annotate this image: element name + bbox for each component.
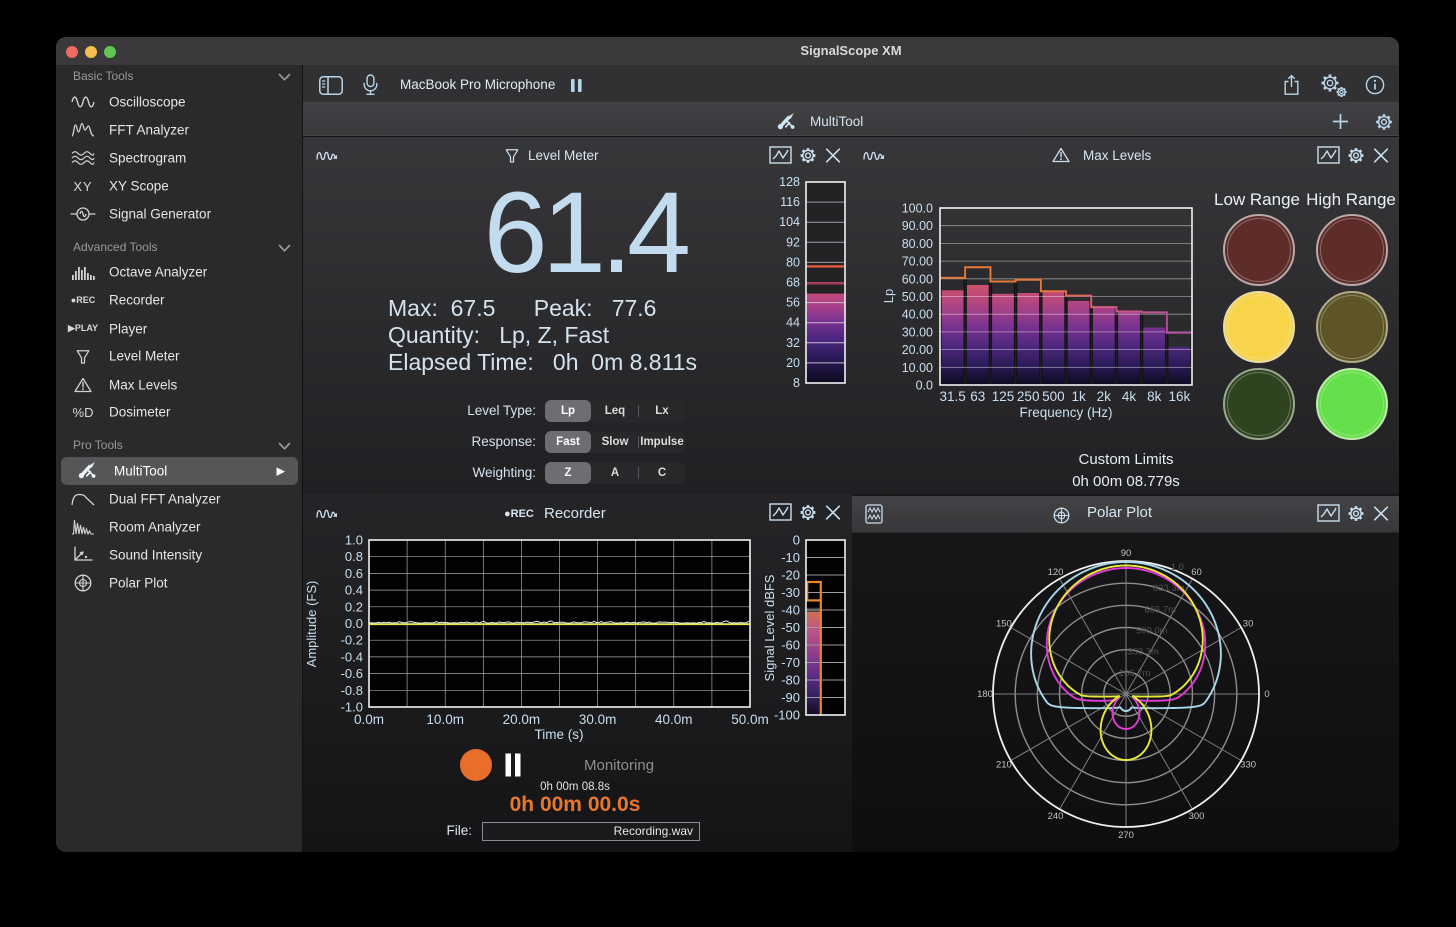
svg-text:300: 300 bbox=[1189, 811, 1205, 822]
svg-text:20.0m: 20.0m bbox=[503, 712, 541, 727]
svg-text:0: 0 bbox=[1264, 689, 1269, 700]
svg-text:-0.6: -0.6 bbox=[341, 666, 363, 681]
svg-text:180: 180 bbox=[977, 689, 993, 700]
svg-text:63: 63 bbox=[970, 389, 985, 404]
svg-text:30.0m: 30.0m bbox=[579, 712, 617, 727]
svg-text:-60: -60 bbox=[781, 638, 800, 653]
svg-text:Frequency (Hz): Frequency (Hz) bbox=[1019, 405, 1112, 420]
svg-text:4k: 4k bbox=[1122, 389, 1137, 404]
svg-text:-100: -100 bbox=[774, 708, 800, 723]
svg-text:70.00: 70.00 bbox=[902, 255, 933, 269]
svg-text:56: 56 bbox=[786, 296, 800, 310]
svg-text:120: 120 bbox=[1048, 567, 1064, 578]
svg-text:0.0: 0.0 bbox=[345, 616, 363, 631]
svg-text:Lp: Lp bbox=[881, 289, 896, 303]
svg-text:-40: -40 bbox=[781, 603, 800, 618]
svg-text:80.00: 80.00 bbox=[902, 237, 933, 251]
svg-text:50.00: 50.00 bbox=[902, 290, 933, 304]
svg-text:270: 270 bbox=[1118, 830, 1134, 841]
svg-text:16k: 16k bbox=[1169, 389, 1191, 404]
svg-text:10.00: 10.00 bbox=[902, 361, 933, 375]
svg-text:0: 0 bbox=[793, 533, 800, 548]
svg-text:100.0: 100.0 bbox=[902, 202, 933, 216]
svg-text:333.3m: 333.3m bbox=[1127, 647, 1159, 658]
svg-text:0.2: 0.2 bbox=[345, 599, 363, 614]
svg-text:31.5: 31.5 bbox=[939, 389, 965, 404]
svg-text:125: 125 bbox=[992, 389, 1015, 404]
svg-text:1.0: 1.0 bbox=[1171, 562, 1184, 573]
svg-text:-0.8: -0.8 bbox=[341, 683, 363, 698]
svg-text:0.0m: 0.0m bbox=[354, 712, 384, 727]
svg-text:30: 30 bbox=[1243, 619, 1254, 630]
svg-text:Amplitude (FS): Amplitude (FS) bbox=[304, 581, 319, 668]
svg-text:32: 32 bbox=[786, 336, 800, 350]
svg-text:92: 92 bbox=[786, 235, 800, 249]
svg-text:250: 250 bbox=[1017, 389, 1040, 404]
svg-text:20: 20 bbox=[786, 356, 800, 370]
svg-text:40.00: 40.00 bbox=[902, 308, 933, 322]
svg-text:330: 330 bbox=[1240, 760, 1256, 771]
svg-text:8k: 8k bbox=[1147, 389, 1162, 404]
svg-text:-30: -30 bbox=[781, 585, 800, 600]
svg-text:40.0m: 40.0m bbox=[655, 712, 693, 727]
svg-text:104: 104 bbox=[779, 215, 800, 229]
svg-text:8: 8 bbox=[793, 376, 800, 390]
svg-text:-70: -70 bbox=[781, 655, 800, 670]
svg-text:Signal Level dBFS: Signal Level dBFS bbox=[762, 574, 777, 681]
svg-text:10.0m: 10.0m bbox=[426, 712, 464, 727]
svg-text:210: 210 bbox=[996, 760, 1012, 771]
svg-text:666.7m: 666.7m bbox=[1144, 604, 1176, 615]
svg-text:-20: -20 bbox=[781, 568, 800, 583]
svg-text:20.00: 20.00 bbox=[902, 343, 933, 357]
svg-text:60: 60 bbox=[1191, 567, 1202, 578]
svg-text:240: 240 bbox=[1048, 811, 1064, 822]
svg-text:68: 68 bbox=[786, 276, 800, 290]
svg-text:0.0: 0.0 bbox=[916, 379, 933, 393]
svg-text:-10: -10 bbox=[781, 550, 800, 565]
svg-text:-90: -90 bbox=[781, 690, 800, 705]
svg-text:116: 116 bbox=[780, 195, 800, 209]
svg-text:90.00: 90.00 bbox=[902, 219, 933, 233]
svg-text:166.7m: 166.7m bbox=[1119, 668, 1151, 679]
svg-text:128: 128 bbox=[779, 175, 800, 189]
svg-text:Time (s): Time (s) bbox=[535, 727, 584, 742]
svg-text:2k: 2k bbox=[1097, 389, 1112, 404]
svg-text:-0.2: -0.2 bbox=[341, 633, 363, 648]
svg-text:500: 500 bbox=[1042, 389, 1065, 404]
svg-text:60.00: 60.00 bbox=[902, 272, 933, 286]
svg-text:0.4: 0.4 bbox=[345, 583, 363, 598]
svg-text:80: 80 bbox=[786, 255, 800, 269]
svg-text:0.6: 0.6 bbox=[345, 566, 363, 581]
svg-text:1.0: 1.0 bbox=[345, 533, 363, 548]
svg-text:500.0m: 500.0m bbox=[1136, 626, 1168, 637]
svg-text:-0.4: -0.4 bbox=[341, 649, 363, 664]
svg-text:1k: 1k bbox=[1071, 389, 1086, 404]
svg-text:30.00: 30.00 bbox=[902, 325, 933, 339]
svg-text:-80: -80 bbox=[781, 673, 800, 688]
svg-text:44: 44 bbox=[786, 316, 800, 330]
svg-text:150: 150 bbox=[996, 619, 1012, 630]
svg-text:-50: -50 bbox=[781, 620, 800, 635]
svg-text:0.8: 0.8 bbox=[345, 549, 363, 564]
svg-text:90: 90 bbox=[1121, 548, 1132, 559]
